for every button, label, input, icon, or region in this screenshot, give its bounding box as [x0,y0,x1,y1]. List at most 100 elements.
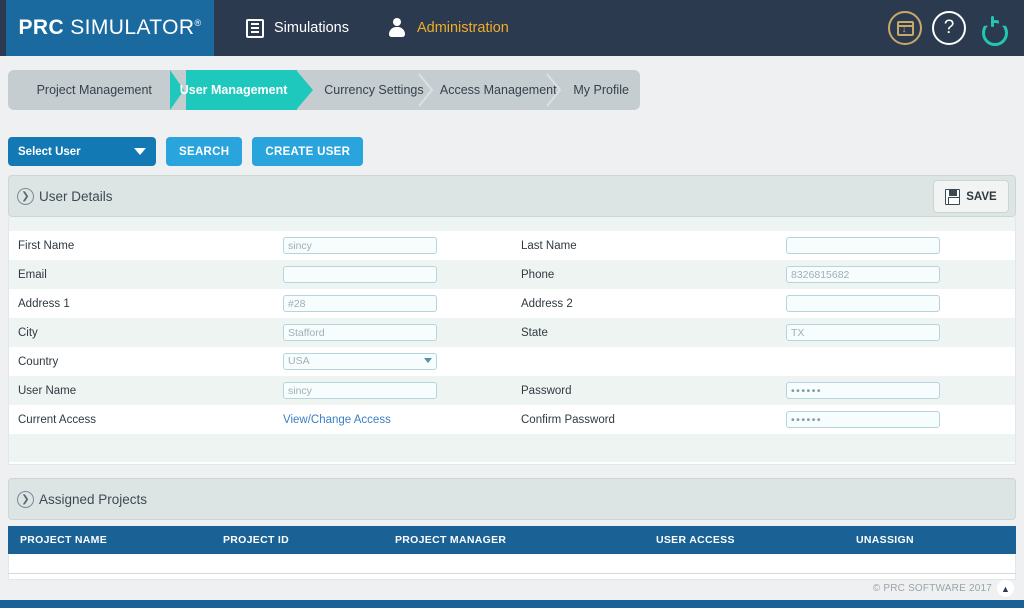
tab-separator-chevron [417,70,435,110]
column-header-project-manager[interactable]: PROJECT MANAGER [395,534,656,546]
field-label-confirm-password: Confirm Password [521,413,615,426]
power-button[interactable] [976,11,1010,45]
field-address-1: Address 1 [9,289,512,318]
tab-currency-settings[interactable]: Currency Settings [314,70,434,110]
field-label-current-access: Current Access [18,413,96,426]
field-label-address-1: Address 1 [18,297,70,310]
copyright-text: © PRC SOFTWARE 2017 [872,583,992,594]
view-change-access-link[interactable]: View/Change Access [283,414,391,426]
field-state: State [512,318,1015,347]
form-row: City State [9,318,1015,347]
first-name-input[interactable] [283,237,437,254]
list-icon [246,18,264,38]
app-logo[interactable]: PRC SIMULATOR® [6,0,214,56]
header-icon-group: ? [888,0,1010,56]
topnav-item-simulations[interactable]: Simulations [246,18,349,38]
user-toolbar: Select User SEARCH CREATE USER [8,137,364,166]
topnav-item-administration[interactable]: Administration [387,18,509,38]
assigned-projects-panel-header: ❯ Assigned Projects [8,478,1016,520]
create-user-button[interactable]: CREATE USER [252,137,364,166]
column-header-project-name[interactable]: PROJECT NAME [20,534,223,546]
select-user-dropdown[interactable]: Select User [8,137,156,166]
tab-label-my-profile: My Profile [573,83,629,97]
save-icon [945,188,961,205]
tab-notch-right [295,70,313,110]
address-1-input[interactable] [283,295,437,312]
form-row: Address 1 Address 2 [9,289,1015,318]
user-details-panel-header: ❯ User Details SAVE [8,175,1016,217]
column-header-project-id[interactable]: PROJECT ID [223,534,395,546]
chevron-right-circle-icon-2[interactable]: ❯ [17,491,34,508]
topnav-label-simulations: Simulations [274,20,349,36]
top-header-bar: PRC SIMULATOR® Simulations Administratio… [0,0,1024,56]
confirm-password-input[interactable] [786,411,940,428]
tab-access-management[interactable]: Access Management [434,70,562,110]
window-download-icon [896,20,914,36]
chevron-down-icon [134,148,146,155]
footer-divider [8,573,1016,574]
address-2-input[interactable] [786,295,940,312]
topnav-label-administration: Administration [416,20,509,36]
country-select[interactable]: USA [283,353,437,370]
search-button[interactable]: SEARCH [166,137,243,166]
form-row: First Name Last Name [9,231,1015,260]
window-download-button[interactable] [888,11,922,45]
power-icon [980,15,1006,41]
form-row: User Name Password [9,376,1015,405]
password-input[interactable] [786,382,940,399]
help-icon: ? [943,17,955,38]
user-name-input[interactable] [283,382,437,399]
field-current-access: Current Access View/Change Access [9,405,512,434]
field-password: Password [512,376,1015,405]
save-button[interactable]: SAVE [933,180,1009,213]
tab-separator-chevron-2 [545,70,563,110]
field-user-name: User Name [9,376,512,405]
scroll-to-top-button[interactable]: ▲ [997,580,1014,597]
field-label-password: Password [521,384,572,397]
field-label-country: Country [18,355,59,368]
section-tabs: Project Management User Management Curre… [8,70,640,110]
logo-light-text: SIMULATOR [64,16,195,39]
tab-user-management[interactable]: User Management [170,70,313,110]
user-icon [387,18,407,38]
top-navigation: Simulations Administration [246,18,509,38]
field-label-address-2: Address 2 [521,297,573,310]
user-details-form: First Name Last Name Email Phone Address… [8,217,1016,465]
field-confirm-password: Confirm Password [512,405,1015,434]
help-button[interactable]: ? [932,11,966,45]
field-label-first-name: First Name [18,239,75,252]
assigned-projects-title: Assigned Projects [39,491,148,507]
assigned-projects-table-header: PROJECT NAME PROJECT ID PROJECT MANAGER … [8,526,1016,554]
tab-project-management[interactable]: Project Management [8,70,170,110]
tab-label-access-management: Access Management [439,83,557,97]
create-user-button-label: CREATE USER [265,145,351,158]
logo-bold-text: PRC [18,16,65,39]
field-label-city: City [18,326,38,339]
field-phone: Phone [512,260,1015,289]
form-bottom-spacer [9,434,1015,462]
tab-label-project-management: Project Management [36,83,152,97]
tab-my-profile[interactable]: My Profile [562,70,640,110]
field-label-phone: Phone [521,268,555,281]
field-label-email: Email [18,268,47,281]
form-row: Current Access View/Change Access Confir… [9,405,1015,434]
state-input[interactable] [786,324,940,341]
form-top-spacer [9,217,1015,231]
city-input[interactable] [283,324,437,341]
bottom-accent-bar [0,600,1024,608]
last-name-input[interactable] [786,237,940,254]
select-user-label: Select User [18,145,81,158]
phone-input[interactable] [786,266,940,283]
field-label-state: State [521,326,548,339]
tab-label-currency-settings: Currency Settings [324,83,424,97]
country-select-value: USA [288,355,310,367]
chevron-down-icon [424,358,432,363]
field-email: Email [9,260,512,289]
chevron-right-circle-icon[interactable]: ❯ [17,188,34,205]
field-first-name: First Name [9,231,512,260]
column-header-unassign[interactable]: UNASSIGN [856,534,914,546]
column-header-user-access[interactable]: USER ACCESS [656,534,856,546]
tab-label-user-management: User Management [179,83,288,97]
email-input[interactable] [283,266,437,283]
field-last-name: Last Name [512,231,1015,260]
